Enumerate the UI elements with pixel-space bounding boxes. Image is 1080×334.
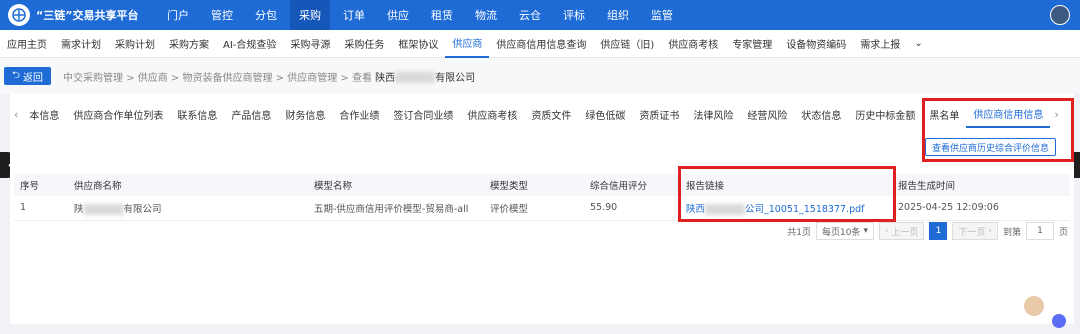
next-page-label: 下一页: [958, 227, 986, 238]
top-nav-control[interactable]: 管控: [202, 0, 242, 30]
goto-page-input[interactable]: 1: [1025, 222, 1054, 240]
supplier-name-suffix: 有限公司: [123, 203, 162, 215]
play-icon[interactable]: [1052, 314, 1066, 328]
menu-procurement-task[interactable]: 采购任务: [337, 30, 391, 58]
breadcrumb-bar: ⮌ 返回 中交采购管理 > 供应商 > 物资装备供应商管理 > 供应商管理 > …: [0, 58, 1080, 94]
tab-contract-performance[interactable]: 签订合同业绩: [386, 100, 460, 128]
breadcrumb-current-suffix: 有限公司: [435, 72, 476, 84]
tab-basic-info[interactable]: 本信息: [22, 100, 66, 128]
cell-model-type: 评价模型: [484, 196, 584, 221]
menu-demand-plan[interactable]: 需求计划: [54, 30, 108, 58]
back-arrow-icon: ⮌: [12, 69, 21, 81]
assistant-avatar[interactable]: [1022, 294, 1046, 318]
tab-qualification-files[interactable]: 资质文件: [524, 100, 578, 128]
cell-credit-score: 55.90: [584, 196, 680, 221]
top-nav-supply[interactable]: 供应: [378, 0, 418, 30]
top-nav-subcontract[interactable]: 分包: [246, 0, 286, 30]
menu-app-home[interactable]: 应用主页: [0, 30, 54, 58]
pagination: 共1页 每页10条 ▾ ‹ 上一页 1 下一页 › 到第 1 页: [787, 222, 1068, 240]
col-header-index: 序号: [14, 174, 68, 196]
top-nav-leasing[interactable]: 租赁: [422, 0, 462, 30]
page-size-select[interactable]: 每页10条 ▾: [815, 222, 874, 240]
top-nav-cloud-warehouse[interactable]: 云仓: [510, 0, 550, 30]
supplier-name-prefix: 陕: [74, 203, 84, 215]
back-button[interactable]: ⮌ 返回: [4, 67, 52, 85]
pager-total: 共1页: [787, 227, 811, 238]
credit-info-table: 序号 供应商名称 模型名称 模型类型 综合信用评分 报告链接 报告生成时间 1 …: [14, 174, 1070, 221]
chevron-down-icon[interactable]: ⌄: [907, 30, 929, 58]
tab-business-risk[interactable]: 经营风险: [740, 100, 794, 128]
tab-legal-risk[interactable]: 法律风险: [686, 100, 740, 128]
user-avatar[interactable]: [1050, 5, 1070, 25]
table-header-row: 序号 供应商名称 模型名称 模型类型 综合信用评分 报告链接 报告生成时间: [14, 174, 1070, 196]
top-nav-menu: 门户 管控 分包 采购 订单 供应 租赁 物流 云仓 评标 组织 监管: [156, 0, 684, 30]
menu-procurement-scheme[interactable]: 采购方案: [162, 30, 216, 58]
breadcrumb-current-prefix: 陕西: [375, 72, 396, 84]
col-header-report-time: 报告生成时间: [892, 174, 1070, 196]
top-nav-organization[interactable]: 组织: [598, 0, 638, 30]
current-page-button[interactable]: 1: [929, 222, 948, 240]
secondary-menu-bar: 应用主页 需求计划 采购计划 采购方案 AI-合规查验 采购寻源 采购任务 框架…: [0, 30, 1080, 58]
prev-page-button[interactable]: ‹ 上一页: [878, 222, 925, 240]
menu-framework-agreement[interactable]: 框架协议: [391, 30, 445, 58]
tab-historical-bid-amount[interactable]: 历史中标金额: [848, 100, 922, 128]
breadcrumb: 中交采购管理 > 供应商 > 物资装备供应商管理 > 供应商管理 > 查看 陕西…: [63, 69, 475, 84]
tabs-scroll-left-icon[interactable]: ‹: [10, 108, 22, 121]
redacted-name-mask: [83, 203, 124, 215]
tab-cooperation-performance[interactable]: 合作业绩: [332, 100, 386, 128]
menu-demand-report[interactable]: 需求上报: [853, 30, 907, 58]
tab-supplier-assessment[interactable]: 供应商考核: [460, 100, 524, 128]
col-header-supplier-name: 供应商名称: [68, 174, 308, 196]
top-nav-bid-evaluation[interactable]: 评标: [554, 0, 594, 30]
col-header-model-name: 模型名称: [308, 174, 484, 196]
back-button-label: 返回: [23, 72, 44, 84]
menu-sourcing[interactable]: 采购寻源: [283, 30, 337, 58]
top-nav-logistics[interactable]: 物流: [466, 0, 506, 30]
highlight-box-report-link: [678, 166, 896, 222]
highlight-box-credit-tab: [922, 98, 1074, 162]
menu-supplier-credit-query[interactable]: 供应商信用信息查询: [489, 30, 593, 58]
prev-page-label: 上一页: [891, 227, 919, 238]
menu-procurement-plan[interactable]: 采购计划: [108, 30, 162, 58]
top-nav-orders[interactable]: 订单: [334, 0, 374, 30]
breadcrumb-path: 中交采购管理 > 供应商 > 物资装备供应商管理 > 供应商管理 > 查看: [63, 72, 372, 84]
top-nav-portal[interactable]: 门户: [158, 0, 198, 30]
tab-status-info[interactable]: 状态信息: [794, 100, 848, 128]
platform-logo-icon: [8, 4, 30, 26]
menu-supply-chain-old[interactable]: 供应链（旧): [593, 30, 661, 58]
tab-qualification-certificates[interactable]: 资质证书: [632, 100, 686, 128]
chevron-down-icon: ▾: [863, 226, 868, 236]
supplier-detail-panel: ‹ 本信息 供应商合作单位列表 联系信息 产品信息 财务信息 合作业绩 签订合同…: [10, 94, 1074, 324]
next-page-button[interactable]: 下一页 ›: [952, 222, 998, 240]
page-size-label: 每页10条: [821, 227, 861, 238]
menu-material-coding[interactable]: 设备物资编码: [779, 30, 853, 58]
detail-tabs: ‹ 本信息 供应商合作单位列表 联系信息 产品信息 财务信息 合作业绩 签订合同…: [10, 100, 1074, 128]
menu-expert-management[interactable]: 专家管理: [725, 30, 779, 58]
top-navigation-bar: “三链”交易共享平台 门户 管控 分包 采购 订单 供应 租赁 物流 云仓 评标…: [0, 0, 1080, 30]
page-suffix: 页: [1058, 227, 1068, 238]
chevron-left-icon: ‹: [884, 226, 889, 236]
cell-supplier-name: 陕 有限公司: [68, 196, 308, 221]
menu-supplier[interactable]: 供应商: [445, 30, 490, 58]
tab-product-info[interactable]: 产品信息: [224, 100, 278, 128]
menu-ai-compliance[interactable]: AI-合规查验: [216, 30, 283, 58]
platform-title: “三链”交易共享平台: [36, 9, 139, 22]
table-row: 1 陕有限公司 五期-供应商信用评价模型-贸易商-all 评价模型 55.90 …: [14, 196, 1070, 221]
cell-index: 1: [14, 196, 68, 221]
tab-contact-info[interactable]: 联系信息: [170, 100, 224, 128]
top-nav-procurement[interactable]: 采购: [290, 0, 330, 30]
col-header-credit-score: 综合信用评分: [584, 174, 680, 196]
cell-model-name: 五期-供应商信用评价模型-贸易商-all: [308, 196, 484, 221]
cell-report-time: 2025-04-25 12:09:06: [892, 196, 1070, 221]
chevron-right-icon: ›: [988, 226, 992, 236]
redacted-name-mask: [395, 72, 436, 83]
top-nav-supervision[interactable]: 监管: [642, 0, 682, 30]
col-header-model-type: 模型类型: [484, 174, 584, 196]
menu-supplier-assessment[interactable]: 供应商考核: [661, 30, 725, 58]
goto-label: 到第: [1002, 227, 1021, 238]
tab-financial-info[interactable]: 财务信息: [278, 100, 332, 128]
tab-green-low-carbon[interactable]: 绿色低碳: [578, 100, 632, 128]
tab-partner-units[interactable]: 供应商合作单位列表: [66, 100, 170, 128]
